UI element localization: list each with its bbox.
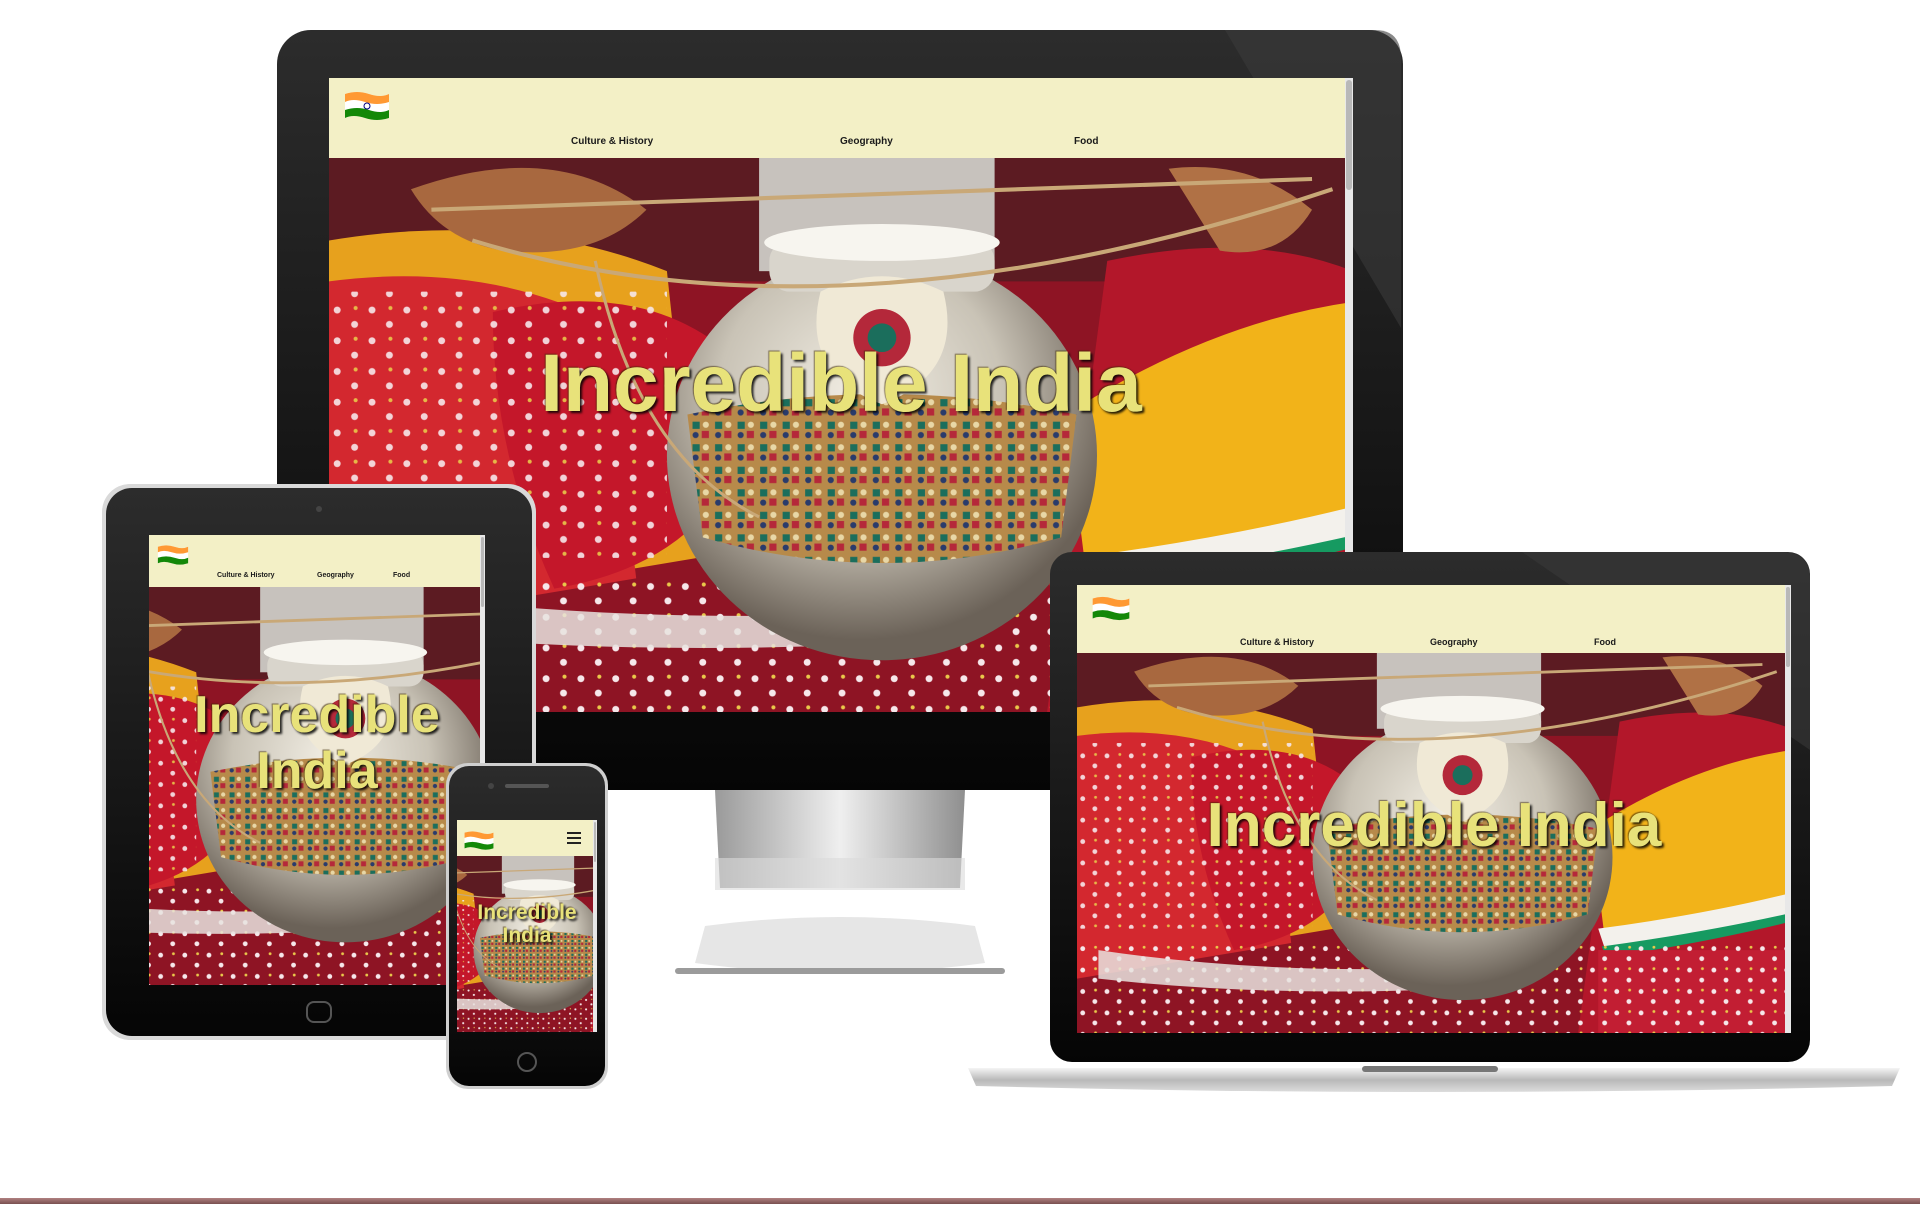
- responsive-mockup: Culture & History Geography Food Incredi…: [0, 0, 1920, 1208]
- hero-banner: Incredible India: [1077, 653, 1791, 1033]
- hero-banner: Incredible India: [149, 587, 485, 985]
- india-flag-icon[interactable]: [156, 544, 190, 566]
- nav-geography[interactable]: Geography: [840, 136, 893, 147]
- hero-title: Incredible India: [477, 901, 577, 947]
- hamburger-menu-icon[interactable]: [567, 832, 581, 847]
- hero-title: Incredible India: [540, 338, 1142, 429]
- nav-culture-history[interactable]: Culture & History: [217, 572, 275, 579]
- site-header: Culture & History Geography Food: [329, 78, 1353, 158]
- nav-food[interactable]: Food: [1594, 637, 1616, 647]
- site-header: Culture & History Geography Food: [1077, 585, 1791, 653]
- phone-screen: Incredible India: [457, 820, 597, 1032]
- india-flag-icon[interactable]: [463, 830, 495, 851]
- bottom-divider: [0, 1198, 1920, 1204]
- india-flag-icon[interactable]: [343, 90, 391, 122]
- nav-culture-history[interactable]: Culture & History: [571, 136, 653, 147]
- hero-title: Incredible India: [1206, 791, 1662, 860]
- site-header: Culture & History Geography Food: [149, 535, 485, 587]
- scrollbar[interactable]: [1785, 585, 1791, 1033]
- nav-food[interactable]: Food: [1074, 136, 1098, 147]
- hero-title: Incredible India: [194, 686, 440, 801]
- nav-geography[interactable]: Geography: [1430, 637, 1478, 647]
- nav-food[interactable]: Food: [393, 572, 410, 579]
- nav-geography[interactable]: Geography: [317, 572, 354, 579]
- india-flag-icon[interactable]: [1091, 595, 1131, 622]
- nav-culture-history[interactable]: Culture & History: [1240, 637, 1314, 647]
- site-header: [457, 820, 597, 856]
- scrollbar[interactable]: [593, 820, 597, 1032]
- laptop-screen: Culture & History Geography Food Incredi…: [1077, 585, 1791, 1033]
- hero-banner: Incredible India: [457, 856, 597, 1032]
- tablet-screen: Culture & History Geography Food Incredi…: [149, 535, 485, 985]
